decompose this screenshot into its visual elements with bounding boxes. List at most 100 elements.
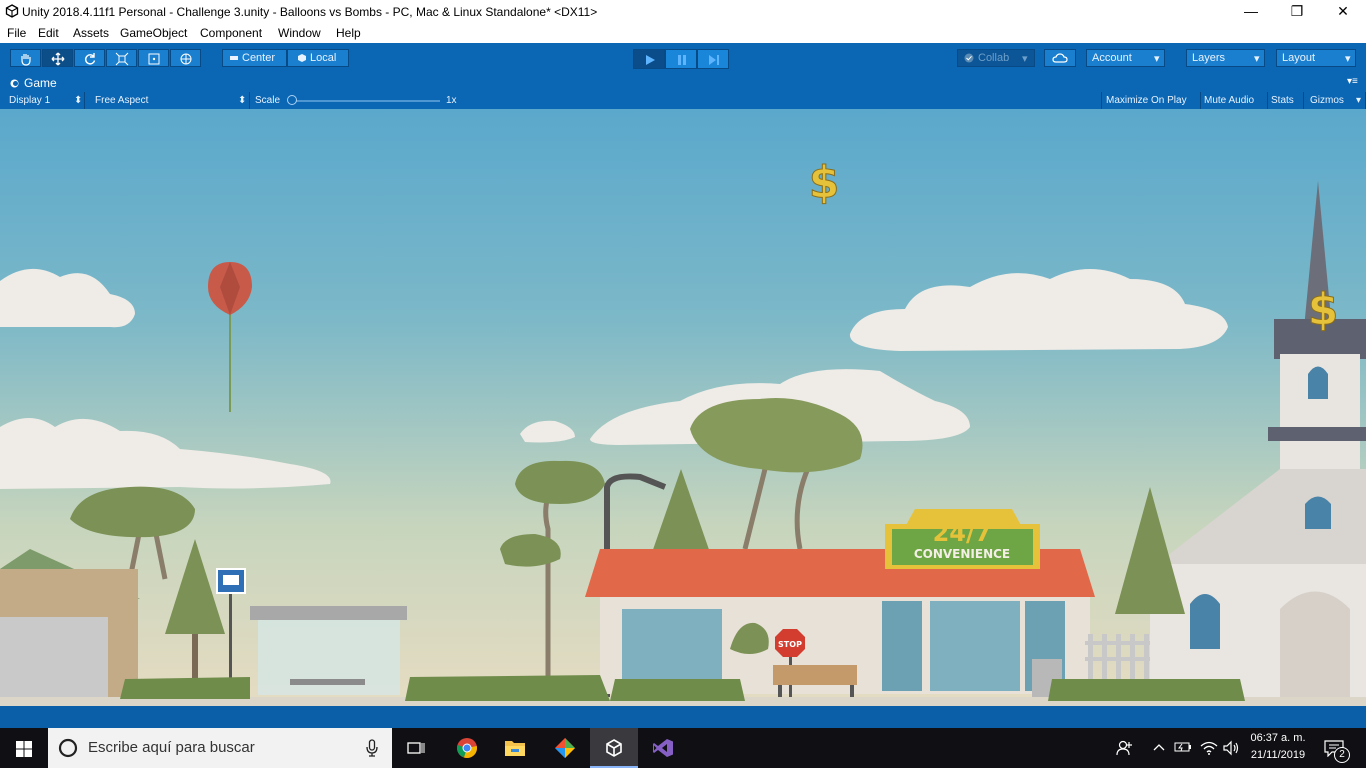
play-button[interactable]: [633, 49, 665, 69]
tree-canopy-left-icon: [70, 486, 195, 580]
stats-toggle[interactable]: Stats: [1268, 92, 1304, 109]
move-icon: [51, 52, 65, 66]
svg-text:STOP: STOP: [778, 640, 802, 649]
hand-tool-button[interactable]: [10, 49, 41, 67]
aspect-label: Free Aspect: [95, 95, 149, 106]
unity-logo-icon: [5, 4, 19, 18]
menu-assets[interactable]: Assets: [73, 26, 109, 40]
task-view-button[interactable]: [392, 728, 440, 768]
step-icon: [709, 55, 719, 65]
taskbar-file-explorer[interactable]: [491, 728, 539, 768]
scale-slider-track[interactable]: [290, 100, 440, 102]
collab-dropdown[interactable]: Collab ▾: [957, 49, 1035, 67]
aspect-dropdown[interactable]: Free Aspect ⬍: [85, 92, 250, 109]
pivot-local-label: Local: [310, 52, 337, 64]
svg-text:24/7: 24/7: [933, 519, 992, 547]
action-center-button[interactable]: 2: [1318, 728, 1358, 768]
pivot-local-toggle[interactable]: Local: [287, 49, 349, 67]
hand-icon: [21, 54, 31, 66]
menu-file[interactable]: File: [7, 26, 26, 40]
tree-canopy-mid-icon: [500, 460, 605, 679]
move-tool-button[interactable]: [42, 49, 73, 67]
gizmos-label: Gizmos: [1310, 95, 1344, 106]
cloud-button[interactable]: [1044, 49, 1076, 67]
pivot-center-toggle[interactable]: Center: [222, 49, 287, 67]
unity-icon: [606, 739, 622, 757]
pause-button[interactable]: [665, 49, 697, 69]
game-viewport[interactable]: $ $ 24/7 CONVENIENCE STOP: [0, 109, 1366, 706]
rect-transform-icon: [148, 53, 160, 65]
git-diamond-icon: [555, 738, 575, 758]
layout-dropdown[interactable]: Layout ▾: [1276, 49, 1356, 67]
svg-text:$: $: [809, 157, 840, 208]
cloud-icon: [1052, 53, 1068, 63]
tab-game[interactable]: Game: [4, 75, 64, 92]
layout-label: Layout: [1282, 52, 1316, 64]
layers-chevron-down-icon: ▾: [1254, 53, 1260, 65]
clock-time: 06:37 a. m.: [1250, 732, 1306, 744]
gizmos-chevron-down-icon: ▾: [1356, 95, 1362, 106]
collab-check-icon: [964, 53, 974, 63]
notification-count-badge: 2: [1334, 747, 1350, 763]
start-button[interactable]: [0, 728, 48, 768]
window-title: Unity 2018.4.11f1 Personal - Challenge 3…: [22, 5, 598, 19]
scale-tool-button[interactable]: [106, 49, 137, 67]
gizmos-dropdown[interactable]: Gizmos ▾: [1304, 92, 1366, 109]
close-button[interactable]: ✕: [1320, 0, 1366, 23]
maximize-on-play-label: Maximize On Play: [1106, 95, 1187, 106]
menu-window[interactable]: Window: [278, 26, 321, 40]
visual-studio-icon: [653, 739, 673, 757]
mute-audio-toggle[interactable]: Mute Audio: [1201, 92, 1268, 109]
menu-gameobject[interactable]: GameObject: [120, 26, 187, 40]
panel-menu-icon[interactable]: ▾≡: [1347, 76, 1358, 87]
account-dropdown[interactable]: Account ▾: [1086, 49, 1165, 67]
pine-tree-left-icon: [165, 539, 225, 689]
scale-slider-handle[interactable]: [287, 95, 297, 105]
rect-tool-button[interactable]: [138, 49, 169, 67]
account-chevron-down-icon: ▾: [1154, 53, 1160, 65]
tree-canopy-tall-icon: [690, 398, 863, 550]
menu-component[interactable]: Component: [200, 26, 262, 40]
display-dropdown[interactable]: Display 1 ⬍: [0, 92, 85, 109]
folder-icon: [505, 741, 525, 756]
taskbar-visual-studio[interactable]: [639, 728, 687, 768]
taskbar-search-box[interactable]: Escribe aquí para buscar: [48, 728, 392, 768]
game-view-toolbar: Display 1 ⬍ Free Aspect ⬍ Scale 1x Maxim…: [0, 92, 1366, 109]
pivot-icon: [230, 56, 238, 60]
clock-date: 21/11/2019: [1250, 749, 1306, 761]
layers-dropdown[interactable]: Layers ▾: [1186, 49, 1265, 67]
local-cube-icon: [298, 54, 306, 62]
collab-chevron-down-icon: ▾: [1022, 53, 1028, 65]
aspect-updown-icon: ⬍: [238, 95, 247, 106]
taskbar-unity[interactable]: [590, 728, 638, 768]
minimize-button[interactable]: —: [1228, 0, 1274, 23]
layout-chevron-down-icon: ▾: [1345, 53, 1351, 65]
network-button[interactable]: [1198, 728, 1220, 768]
show-hidden-icons-button[interactable]: [1150, 728, 1168, 768]
house-garage-icon: [0, 549, 140, 697]
maximize-on-play-toggle[interactable]: Maximize On Play: [1101, 92, 1201, 109]
taskbar-gitkraken[interactable]: [540, 728, 588, 768]
clock-button[interactable]: 06:37 a. m. 21/11/2019: [1246, 728, 1310, 768]
cloud-left-upper-icon: [0, 268, 135, 328]
menu-help[interactable]: Help: [336, 26, 361, 40]
maximize-button[interactable]: ❐: [1274, 0, 1320, 23]
menu-edit[interactable]: Edit: [38, 26, 59, 40]
step-button[interactable]: [697, 49, 729, 69]
chevron-up-icon: [1153, 744, 1165, 751]
menu-bar: File Edit Assets GameObject Component Wi…: [0, 23, 1366, 43]
transform-tool-button[interactable]: [170, 49, 201, 67]
people-button[interactable]: [1110, 728, 1138, 768]
rotate-icon: [84, 53, 96, 65]
main-toolbar: Center Local Collab ▾ Account ▾ Layers ▾…: [0, 43, 1366, 75]
mute-audio-label: Mute Audio: [1204, 95, 1255, 106]
stats-label: Stats: [1271, 95, 1294, 106]
microphone-icon[interactable]: [366, 739, 378, 757]
balloon-icon: [208, 262, 252, 412]
volume-button[interactable]: [1221, 728, 1243, 768]
rotate-tool-button[interactable]: [74, 49, 105, 67]
battery-charging-icon: [1174, 742, 1191, 752]
battery-button[interactable]: [1172, 728, 1194, 768]
game-tab-bar: Game ▾≡: [0, 75, 1366, 92]
taskbar-chrome[interactable]: [443, 728, 491, 768]
